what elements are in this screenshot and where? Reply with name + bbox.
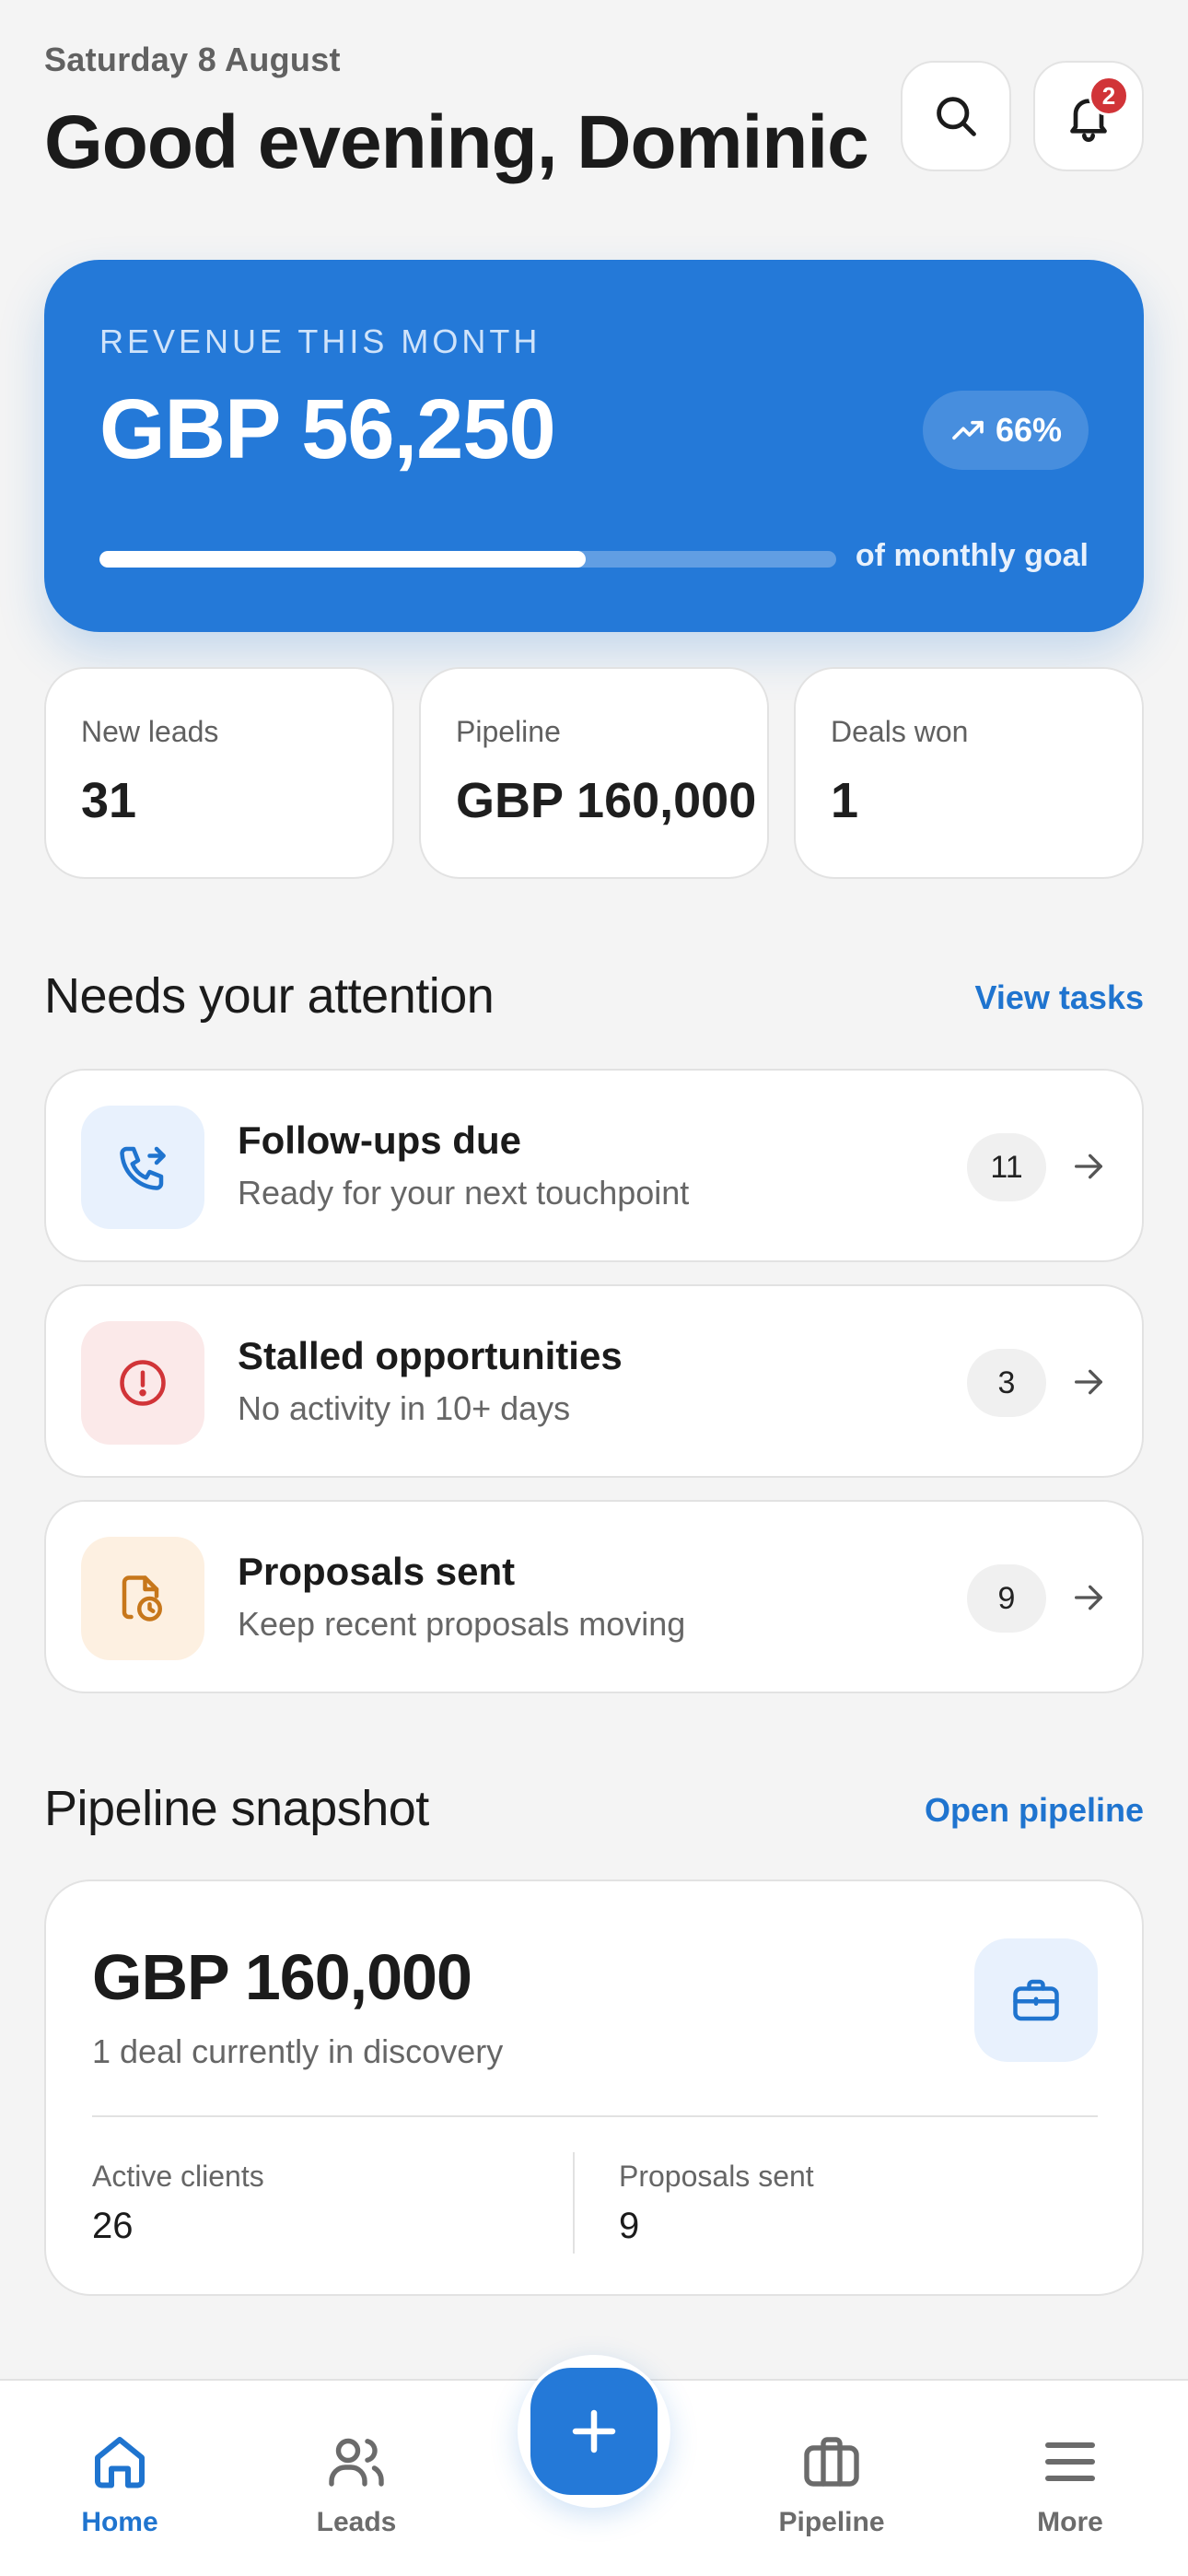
- arrow-right-icon: [1075, 1585, 1102, 1610]
- attention-section-title: Needs your attention: [44, 968, 495, 1024]
- search-icon: [937, 97, 976, 136]
- pipeline-snapshot-card[interactable]: GBP 160,000 1 deal currently in discover…: [44, 1879, 1144, 2296]
- menu-icon: [1045, 2442, 1095, 2481]
- pipeline-divider: [92, 2115, 1098, 2117]
- notification-badge: 2: [1089, 76, 1129, 116]
- attention-item-count: 9: [967, 1564, 1046, 1633]
- add-button[interactable]: [530, 2368, 658, 2495]
- stat-label: Pipeline: [456, 715, 561, 748]
- attention-item-subtitle: Ready for your next touchpoint: [238, 1174, 690, 1212]
- search-button[interactable]: [901, 61, 1011, 171]
- attention-item-subtitle: Keep recent proposals moving: [238, 1605, 686, 1643]
- notifications-button[interactable]: 2: [1033, 61, 1144, 171]
- nav-label: Leads: [316, 2507, 397, 2537]
- view-tasks-link[interactable]: View tasks: [975, 978, 1144, 1017]
- revenue-value: GBP 56,250: [99, 382, 556, 476]
- greeting-title: Good evening, Dominic: [44, 100, 869, 184]
- pipeline-icon-box: [974, 1938, 1098, 2062]
- arrow-right-icon: [1075, 1153, 1102, 1179]
- revenue-percent: 66%: [995, 411, 1063, 449]
- stalled-icon-box: [81, 1321, 204, 1445]
- document-clock-icon: [122, 1575, 162, 1622]
- nav-label: Pipeline: [778, 2507, 885, 2537]
- revenue-progress-fill: [99, 551, 586, 568]
- plus-icon: [572, 2409, 616, 2453]
- stat-label: New leads: [81, 715, 219, 748]
- attention-item-subtitle: No activity in 10+ days: [238, 1389, 571, 1427]
- briefcase-icon: [804, 2437, 859, 2487]
- home-screen: Saturday 8 August Good evening, Dominic …: [0, 0, 1188, 2576]
- revenue-label: REVENUE THIS MONTH: [99, 322, 542, 360]
- stat-value: GBP 160,000: [456, 773, 757, 828]
- proposals-icon-box: [81, 1537, 204, 1660]
- attention-item-stalled[interactable]: Stalled opportunities No activity in 10+…: [44, 1284, 1144, 1478]
- proposals-sent-label: Proposals sent: [619, 2160, 814, 2193]
- arrow-right-icon: [1075, 1369, 1102, 1395]
- nav-label: More: [1037, 2507, 1103, 2537]
- attention-item-count: 11: [967, 1133, 1046, 1201]
- nav-more[interactable]: More: [978, 2429, 1162, 2538]
- stat-value: 1: [831, 773, 859, 828]
- active-clients-label: Active clients: [92, 2160, 264, 2193]
- stat-value: 31: [81, 773, 137, 828]
- alert-circle-icon: [120, 1360, 166, 1406]
- date-label: Saturday 8 August: [44, 41, 341, 78]
- nav-home[interactable]: Home: [28, 2429, 212, 2538]
- follow-ups-icon-box: [81, 1106, 204, 1229]
- active-clients-value: 26: [92, 2206, 134, 2246]
- revenue-card[interactable]: REVENUE THIS MONTH GBP 56,250 66% of mon…: [44, 260, 1144, 632]
- proposals-sent-value: 9: [619, 2206, 640, 2246]
- pipeline-vertical-divider: [573, 2152, 575, 2254]
- revenue-percent-pill: 66%: [923, 391, 1089, 470]
- attention-item-count: 3: [967, 1349, 1046, 1417]
- attention-item-title: Stalled opportunities: [238, 1334, 623, 1377]
- stat-label: Deals won: [831, 715, 969, 748]
- attention-item-follow-ups[interactable]: Follow-ups due Ready for your next touch…: [44, 1069, 1144, 1262]
- attention-item-title: Proposals sent: [238, 1550, 516, 1593]
- revenue-progress-bar: [99, 551, 836, 568]
- home-icon: [95, 2437, 145, 2488]
- stat-card-deals-won[interactable]: Deals won 1: [794, 667, 1144, 879]
- attention-item-proposals[interactable]: Proposals sent Keep recent proposals mov…: [44, 1500, 1144, 1693]
- phone-forward-icon: [120, 1146, 166, 1190]
- attention-item-title: Follow-ups due: [238, 1118, 521, 1162]
- briefcase-icon: [1013, 1979, 1059, 2021]
- open-pipeline-link[interactable]: Open pipeline: [925, 1791, 1144, 1830]
- pipeline-value: GBP 160,000: [92, 1941, 472, 2013]
- nav-label: Home: [81, 2507, 158, 2537]
- nav-leads[interactable]: Leads: [264, 2429, 448, 2538]
- pipeline-section-title: Pipeline snapshot: [44, 1781, 429, 1836]
- revenue-goal-text: of monthly goal: [855, 538, 1089, 573]
- pipeline-subtitle: 1 deal currently in discovery: [92, 2032, 504, 2070]
- nav-pipeline[interactable]: Pipeline: [740, 2429, 924, 2538]
- stat-card-new-leads[interactable]: New leads 31: [44, 667, 394, 879]
- trending-up-icon: [952, 420, 984, 440]
- stat-card-pipeline[interactable]: Pipeline GBP 160,000: [419, 667, 769, 879]
- people-icon: [329, 2438, 384, 2487]
